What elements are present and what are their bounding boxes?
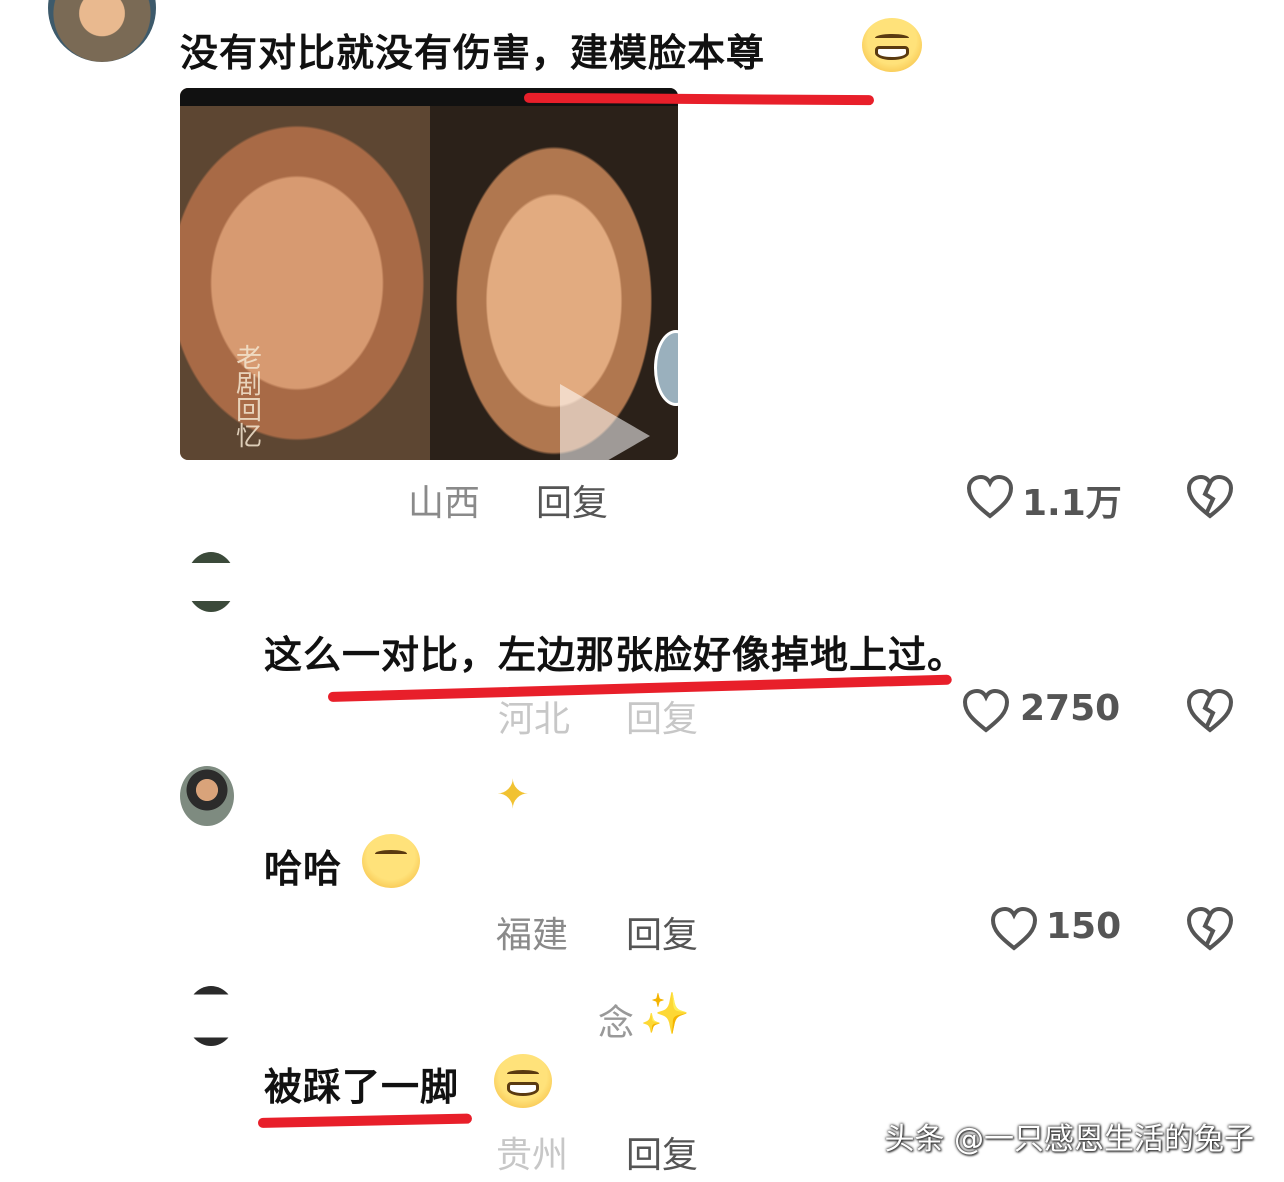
sparkle-icon: ✦ xyxy=(496,772,530,818)
video-frame-left xyxy=(180,106,440,460)
reply-button[interactable]: 回复 xyxy=(626,690,698,742)
location-label: 河北 xyxy=(498,699,571,740)
avatar[interactable] xyxy=(186,552,236,612)
location-label: 贵州 xyxy=(496,1135,569,1176)
dislike-broken-heart-icon[interactable] xyxy=(1186,474,1234,520)
comment-text: 被踩了一脚 xyxy=(264,1065,460,1109)
like-count: 150 xyxy=(1046,906,1122,947)
like-count: 2750 xyxy=(1020,688,1121,729)
location-label: 山西 xyxy=(408,483,481,524)
video-watermark: 老剧回忆 xyxy=(236,344,263,452)
reply-button[interactable]: 回复 xyxy=(626,906,698,958)
like-heart-icon[interactable] xyxy=(962,688,1010,734)
avatar[interactable] xyxy=(48,0,156,62)
reply-button[interactable]: 回复 xyxy=(626,1126,698,1178)
play-icon[interactable] xyxy=(560,384,650,460)
like-count: 1.1万 xyxy=(1022,483,1122,524)
like-heart-icon[interactable] xyxy=(990,906,1038,952)
comment-text: 哈哈 xyxy=(264,847,343,891)
reply-button[interactable]: 回复 xyxy=(536,474,608,526)
like-heart-icon[interactable] xyxy=(966,474,1014,520)
highlight-underline xyxy=(257,1113,473,1128)
username-fragment: 念 xyxy=(598,1003,635,1044)
avatar[interactable] xyxy=(186,986,236,1046)
location-label: 福建 xyxy=(496,915,569,956)
comment-text: 没有对比就没有伤害，建模脸本尊 xyxy=(180,31,766,75)
avatar[interactable] xyxy=(180,766,234,826)
dislike-broken-heart-icon[interactable] xyxy=(1186,906,1234,952)
smirking-face-emoji-icon xyxy=(362,834,420,888)
dislike-broken-heart-icon[interactable] xyxy=(1186,688,1234,734)
platform-watermark: 头条 @一只感恩生活的兔子 xyxy=(884,1122,1254,1157)
sparkle-icon: ✨ xyxy=(640,991,690,1037)
laughing-crying-face-emoji-icon xyxy=(494,1054,552,1108)
video-thumbnail[interactable]: 老剧回忆 xyxy=(180,88,678,460)
grinning-face-emoji-icon xyxy=(862,18,922,72)
comment-text: 这么一对比，左边那张脸好像掉地上过。 xyxy=(264,633,967,677)
